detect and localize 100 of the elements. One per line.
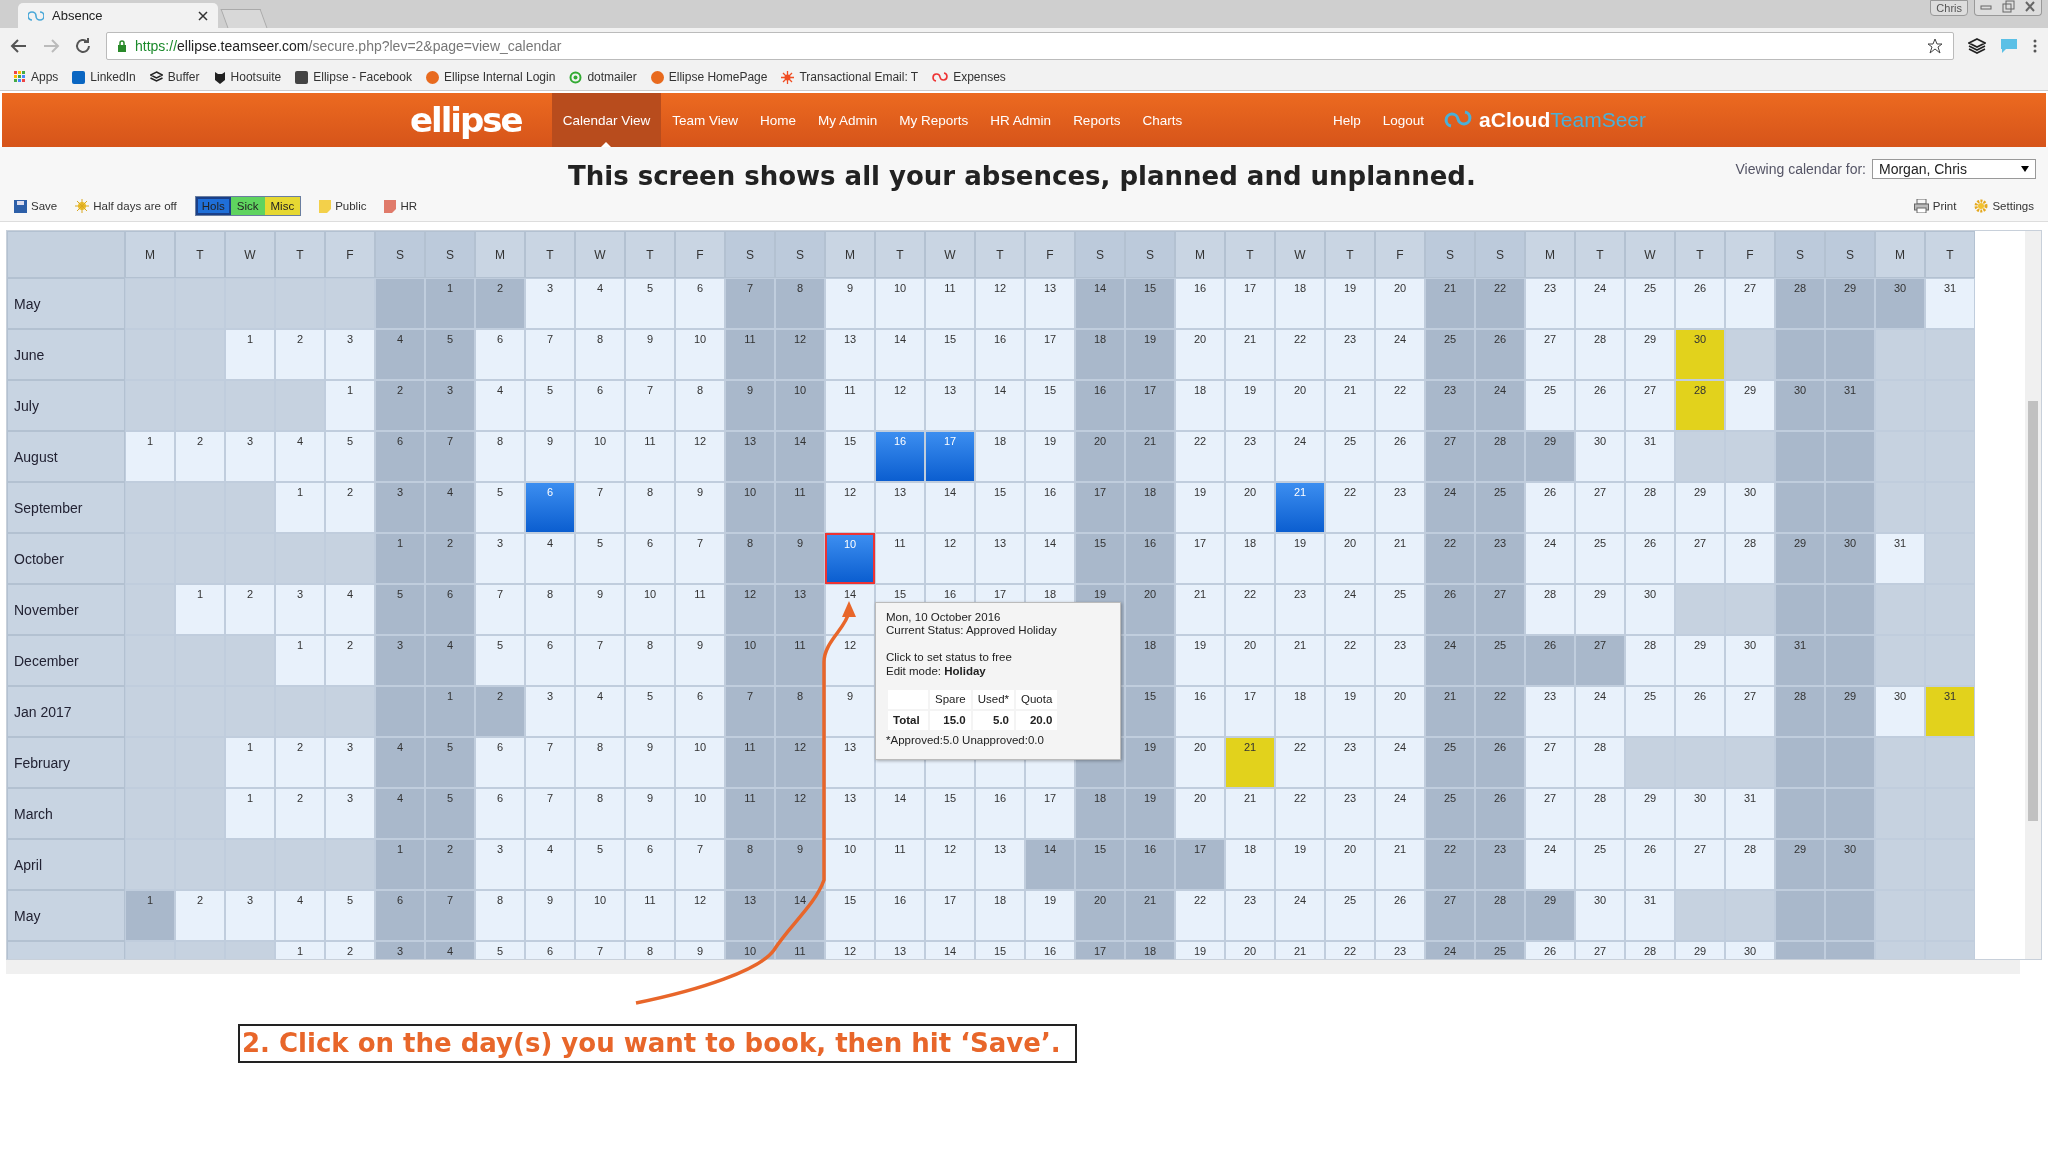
day-cell[interactable]: 6: [575, 380, 625, 431]
bookmark-link[interactable]: Hootsuite: [213, 70, 282, 84]
day-cell[interactable]: 27: [1575, 635, 1625, 686]
day-cell[interactable]: 17: [925, 431, 975, 482]
day-cell[interactable]: 27: [1425, 431, 1475, 482]
day-cell[interactable]: 5: [625, 686, 675, 737]
day-cell[interactable]: 30: [1575, 431, 1625, 482]
day-cell[interactable]: 6: [525, 941, 575, 959]
day-cell[interactable]: 28: [1625, 941, 1675, 959]
day-cell[interactable]: 12: [825, 941, 875, 959]
day-cell[interactable]: 7: [575, 482, 625, 533]
day-cell[interactable]: 5: [475, 635, 525, 686]
day-cell[interactable]: 2: [325, 941, 375, 959]
day-cell[interactable]: 27: [1425, 890, 1475, 941]
day-cell[interactable]: 24: [1425, 941, 1475, 959]
day-cell[interactable]: 19: [1325, 278, 1375, 329]
day-cell[interactable]: 27: [1675, 533, 1725, 584]
day-cell[interactable]: 6: [675, 278, 725, 329]
day-cell[interactable]: 28: [1575, 329, 1625, 380]
day-cell[interactable]: 2: [275, 737, 325, 788]
day-cell[interactable]: 6: [375, 431, 425, 482]
day-cell[interactable]: 15: [925, 329, 975, 380]
day-cell[interactable]: 16: [1125, 839, 1175, 890]
day-cell[interactable]: 19: [1125, 737, 1175, 788]
day-cell[interactable]: 22: [1325, 941, 1375, 959]
profile-button[interactable]: Chris: [1930, 0, 1968, 16]
day-cell[interactable]: 19: [1175, 635, 1225, 686]
day-cell[interactable]: 30: [1725, 941, 1775, 959]
day-cell[interactable]: 23: [1525, 686, 1575, 737]
day-cell[interactable]: 9: [575, 584, 625, 635]
day-cell[interactable]: 15: [1125, 278, 1175, 329]
day-cell[interactable]: 3: [375, 941, 425, 959]
day-cell[interactable]: 3: [475, 839, 525, 890]
day-cell[interactable]: 26: [1425, 584, 1475, 635]
day-cell[interactable]: 1: [125, 890, 175, 941]
day-cell[interactable]: 15: [975, 482, 1025, 533]
day-cell[interactable]: 7: [725, 686, 775, 737]
day-cell[interactable]: 25: [1475, 635, 1525, 686]
day-cell[interactable]: 3: [425, 380, 475, 431]
day-cell[interactable]: 30: [1625, 584, 1675, 635]
day-cell[interactable]: 24: [1275, 431, 1325, 482]
day-cell[interactable]: 22: [1325, 635, 1375, 686]
nav-tab[interactable]: Charts: [1131, 93, 1194, 147]
day-cell[interactable]: 8: [575, 737, 625, 788]
day-cell[interactable]: 18: [1125, 941, 1175, 959]
day-cell[interactable]: 29: [1825, 278, 1875, 329]
reload-icon[interactable]: [74, 37, 92, 55]
day-cell[interactable]: 8: [625, 941, 675, 959]
day-cell[interactable]: 20: [1125, 584, 1175, 635]
day-cell[interactable]: 21: [1225, 737, 1275, 788]
day-cell[interactable]: 29: [1675, 635, 1725, 686]
day-cell[interactable]: 2: [325, 635, 375, 686]
day-cell[interactable]: 29: [1775, 533, 1825, 584]
day-cell[interactable]: 7: [575, 635, 625, 686]
day-cell[interactable]: 6: [625, 839, 675, 890]
day-cell[interactable]: 4: [475, 380, 525, 431]
day-cell[interactable]: 26: [1475, 329, 1525, 380]
day-cell[interactable]: 14: [875, 329, 925, 380]
day-cell[interactable]: 31: [1725, 788, 1775, 839]
day-cell[interactable]: 7: [475, 584, 525, 635]
day-cell[interactable]: 1: [425, 278, 475, 329]
day-cell[interactable]: 20: [1175, 737, 1225, 788]
day-cell[interactable]: 15: [1075, 533, 1125, 584]
day-cell[interactable]: 25: [1475, 482, 1525, 533]
day-cell[interactable]: 10: [725, 941, 775, 959]
day-cell[interactable]: 26: [1575, 380, 1625, 431]
day-cell[interactable]: 22: [1225, 584, 1275, 635]
day-cell[interactable]: 13: [875, 482, 925, 533]
day-cell[interactable]: 13: [825, 737, 875, 788]
day-cell[interactable]: 30: [1825, 839, 1875, 890]
day-cell[interactable]: 25: [1475, 941, 1525, 959]
day-cell[interactable]: 4: [525, 839, 575, 890]
day-cell[interactable]: 7: [675, 533, 725, 584]
day-cell[interactable]: 4: [575, 686, 625, 737]
day-cell[interactable]: 18: [975, 431, 1025, 482]
day-cell[interactable]: 30: [1875, 686, 1925, 737]
day-cell[interactable]: 30: [1675, 329, 1725, 380]
day-cell[interactable]: 27: [1575, 482, 1625, 533]
day-cell[interactable]: 22: [1175, 890, 1225, 941]
day-cell[interactable]: 21: [1425, 278, 1475, 329]
hr-toggle[interactable]: HR: [384, 199, 418, 213]
day-cell[interactable]: 23: [1475, 533, 1525, 584]
nav-tab[interactable]: HR Admin: [979, 93, 1063, 147]
day-cell[interactable]: 2: [175, 890, 225, 941]
bookmark-link[interactable]: Ellipse - Facebook: [295, 70, 412, 84]
day-cell[interactable]: 10: [825, 839, 875, 890]
day-cell[interactable]: 1: [275, 482, 325, 533]
day-cell[interactable]: 19: [1025, 431, 1075, 482]
day-cell[interactable]: 29: [1625, 788, 1675, 839]
day-cell[interactable]: 29: [1675, 482, 1725, 533]
day-cell[interactable]: 12: [825, 482, 875, 533]
day-cell[interactable]: 12: [925, 533, 975, 584]
day-cell[interactable]: 11: [875, 533, 925, 584]
day-cell[interactable]: 24: [1375, 329, 1425, 380]
day-cell[interactable]: 9: [825, 278, 875, 329]
day-cell[interactable]: 8: [725, 839, 775, 890]
day-cell[interactable]: 10: [575, 890, 625, 941]
day-cell[interactable]: 6: [525, 635, 575, 686]
day-cell[interactable]: 31: [1625, 890, 1675, 941]
day-cell[interactable]: 27: [1525, 329, 1575, 380]
